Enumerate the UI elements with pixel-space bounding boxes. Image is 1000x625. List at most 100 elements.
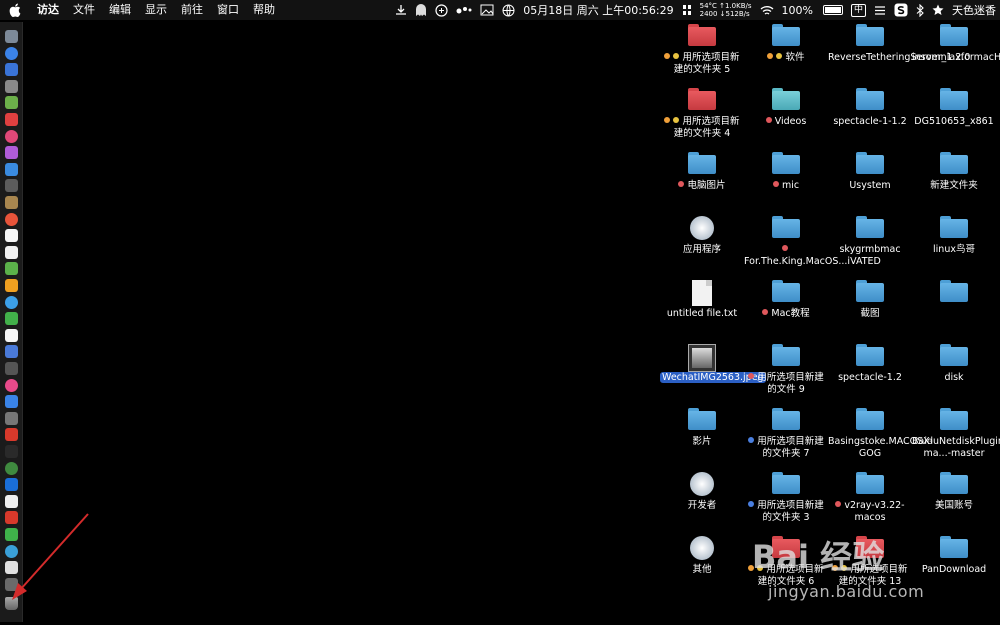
desktop-folder[interactable]: PanDownload [912,536,996,596]
ghost-icon[interactable] [415,3,427,17]
desktop-file[interactable]: 其他 [660,536,744,596]
battery-icon[interactable] [822,5,843,15]
dock-app-icon[interactable] [5,544,18,558]
desktop-folder[interactable]: 用所选项目新建的文件夹 3 [744,472,828,532]
dock-app-icon[interactable] [5,129,18,143]
desktop-folder[interactable]: spectacle-1-1.2 [828,88,912,148]
desktop-folder[interactable]: 新建文件夹 [912,152,996,212]
tag-dot [748,437,755,443]
desktop-folder[interactable]: 软件 [744,24,828,84]
download-icon[interactable] [395,4,407,16]
desktop-folder[interactable]: 电脑图片 [660,152,744,212]
desktop-folder[interactable]: Videos [744,88,828,148]
menu-finder[interactable]: 访达 [30,0,66,20]
dock-app-icon[interactable] [5,79,18,93]
dock-app-icon[interactable] [5,245,18,259]
desktop-folder[interactable]: BaiduNetdiskPlugin-ma...-master [912,408,1000,468]
desktop-folder[interactable]: v2ray-v3.22-macos [828,472,912,532]
trash-icon[interactable] [5,597,18,610]
desktop-folder[interactable]: 美国账号 [912,472,996,532]
dock-app-icon[interactable] [5,428,18,442]
desktop-folder[interactable]: insomniaxformacHHB_jb51 [912,24,1000,84]
dock-app-icon[interactable] [5,461,18,475]
tag-dot [781,245,788,251]
dock-app-icon[interactable] [5,577,18,591]
net-speed[interactable]: 54°C ↑1.0KB/s 2400 ↓512B/s [700,2,752,18]
desktop-folder[interactable]: 用所选项目新建的文件夹 4 [660,88,744,148]
dock-app-icon[interactable] [5,295,18,309]
dock-app-icon[interactable] [5,511,18,525]
dock-app-icon[interactable] [5,528,18,541]
dock-app-icon[interactable] [5,46,18,60]
menu-window[interactable]: 窗口 [210,0,246,20]
desktop-file[interactable]: 开发者 [660,472,744,532]
list-icon[interactable] [874,5,886,16]
dock-app-icon[interactable] [5,445,18,458]
desktop-folder[interactable]: For.The.King.MacOS...iVATED [744,216,881,276]
desktop-folder[interactable]: 截图 [828,280,912,340]
dock-app-icon[interactable] [5,561,18,575]
battery-percent[interactable]: 100% [782,4,813,17]
input-method[interactable]: 中 [850,3,866,17]
dock-app-icon[interactable] [5,262,18,276]
grid-icon[interactable] [682,4,692,16]
dock-app-icon[interactable] [5,345,18,359]
folder-icon [772,280,800,302]
menu-go[interactable]: 前往 [174,0,210,20]
bluetooth-icon[interactable] [916,3,924,17]
desktop-folder[interactable]: disk [912,344,996,404]
desktop-item-label: PanDownload [912,564,996,576]
dock-app-icon[interactable] [5,196,18,209]
desktop-folder[interactable]: DG510653_x861 [912,88,996,148]
menu-view[interactable]: 显示 [138,0,174,20]
dock-app-icon[interactable] [5,162,18,176]
desktop-file[interactable]: WechatIMG2563.jpeg [660,344,766,404]
desktop-folder[interactable] [912,280,996,340]
sync-icon[interactable] [435,3,448,17]
dock-app-icon[interactable] [5,229,18,243]
desktop-folder[interactable]: 影片 [660,408,744,468]
dots-icon[interactable] [456,5,472,15]
dock-app-icon[interactable] [5,328,18,342]
desktop-folder[interactable]: 用所选项目新建的文件夹 7 [744,408,828,468]
desktop-folder[interactable]: spectacle-1.2 [828,344,912,404]
desktop-folder[interactable]: mic [744,152,828,212]
dock-app-icon[interactable] [5,494,18,508]
desktop-folder[interactable]: 用所选项目新建的文件夹 5 [660,24,744,84]
user-name[interactable]: 天色迷香 [952,2,996,18]
dock-app-icon[interactable] [5,212,18,226]
dock-app-icon[interactable] [5,378,18,392]
desktop-folder[interactable]: Usystem [828,152,912,212]
desktop-folder[interactable]: Mac教程 [744,280,828,340]
desktop-folder[interactable]: 用所选项目新建的文件 9 [744,344,828,404]
clock-text[interactable]: 05月18日 周六 上午00:56:29 [523,2,673,18]
desktop-folder[interactable]: linux鸟哥 [912,216,996,276]
dock-app-icon[interactable] [5,395,18,409]
desktop-item-name: 用所选项目新建的文件夹 3 [757,500,824,523]
desktop-file[interactable]: untitled file.txt [660,280,744,340]
dock-app-icon[interactable] [5,179,18,193]
s-app-icon[interactable] [894,3,908,17]
menu-edit[interactable]: 编辑 [102,0,138,20]
dock-app-icon[interactable] [5,411,18,425]
globe-icon[interactable] [502,4,515,17]
dock-app-icon[interactable] [5,478,18,492]
dock-app-icon[interactable] [5,96,18,110]
menu-help[interactable]: 帮助 [246,0,282,20]
star-icon[interactable] [932,4,944,16]
dock-app-icon[interactable] [5,279,18,292]
desktop-folder[interactable]: ReverseTetheringServer_1.2.0 [828,24,970,84]
wifi-icon[interactable] [760,5,774,16]
desktop-folder[interactable]: Basingstoke.MACOSX-GOG [828,408,933,468]
apple-icon[interactable] [0,0,30,20]
desktop-file[interactable]: 应用程序 [660,216,744,276]
menu-file[interactable]: 文件 [66,0,102,20]
dock-app-icon[interactable] [5,113,18,126]
dock-app-icon[interactable] [5,146,18,160]
dock-app-icon[interactable] [5,63,18,77]
dock-app-icon[interactable] [5,30,18,43]
dock-app-icon[interactable] [5,362,18,375]
dock-app-icon[interactable] [5,312,18,326]
desktop-folder[interactable]: skygrmbmac [828,216,912,276]
image-icon[interactable] [480,4,494,16]
